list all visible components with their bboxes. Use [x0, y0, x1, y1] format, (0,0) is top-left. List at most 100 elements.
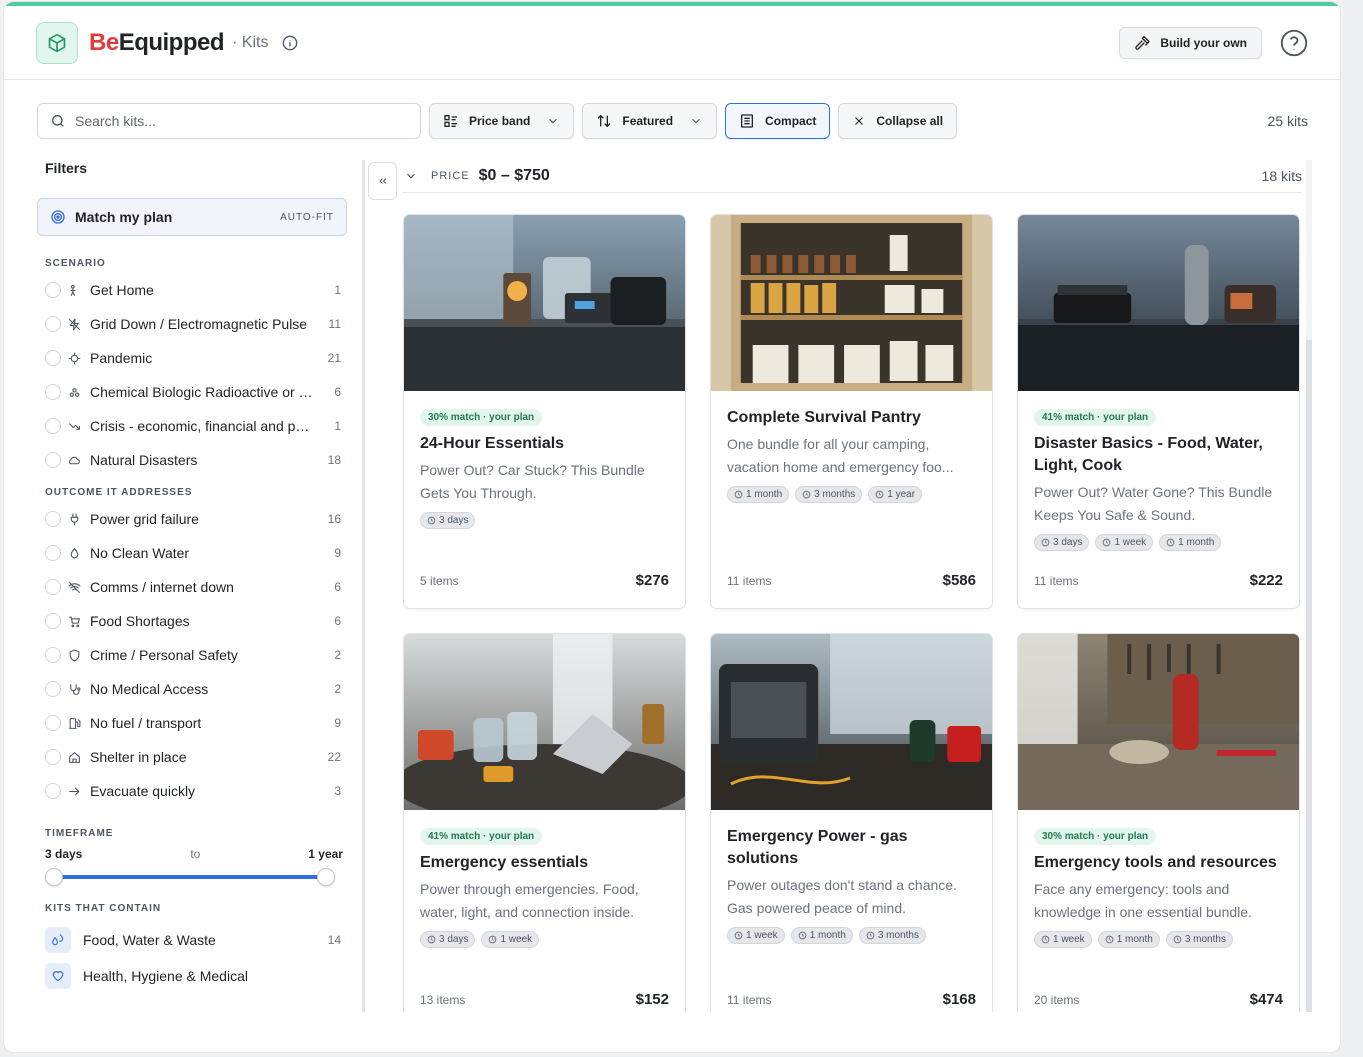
outcome-option[interactable]: Evacuate quickly 3	[37, 774, 347, 808]
search-box[interactable]	[37, 103, 421, 139]
outcome-option[interactable]: Food Shortages 6	[37, 604, 347, 638]
outcome-option[interactable]: Comms / internet down 6	[37, 570, 347, 604]
option-label: Grid Down / Electromagnetic Pulse	[90, 316, 308, 332]
duration-chips: 1 week 1 month 3 months	[1034, 931, 1283, 948]
radio-button[interactable]	[45, 681, 61, 697]
sidebar-divider[interactable]	[362, 160, 365, 1012]
radio-button[interactable]	[45, 452, 61, 468]
kit-title[interactable]: Emergency Power - gas solutions	[727, 826, 976, 870]
kit-card[interactable]: 41% match · your plan Emergency essential…	[403, 633, 686, 1012]
kit-item-count: 5 items	[420, 573, 459, 588]
scenario-option[interactable]: Get Home 1	[37, 273, 347, 307]
kit-price: $276	[635, 572, 669, 589]
kit-title[interactable]: 24-Hour Essentials	[420, 433, 669, 455]
radio-button[interactable]	[45, 647, 61, 663]
compact-toggle[interactable]: Compact	[725, 103, 831, 139]
timeframe-slider-max-handle[interactable]	[317, 868, 335, 886]
outcome-option[interactable]: Crime / Personal Safety 2	[37, 638, 347, 672]
scenario-option[interactable]: Crisis - economic, financial and politic…	[37, 409, 347, 443]
option-count: 2	[334, 682, 341, 696]
kit-card[interactable]: Complete Survival Pantry One bundle for a…	[710, 214, 993, 609]
kit-card[interactable]: 30% match · your plan Emergency tools and…	[1017, 633, 1300, 1012]
main-scrollbar[interactable]	[1306, 160, 1312, 1012]
collapse-sidebar-button[interactable]	[368, 162, 397, 200]
radio-button[interactable]	[45, 783, 61, 799]
radio-button[interactable]	[45, 579, 61, 595]
price-band-dropdown[interactable]: Price band	[429, 103, 575, 139]
timeframe-slider[interactable]	[45, 867, 343, 887]
collapse-all-button[interactable]: Collapse all	[838, 103, 958, 139]
kit-card-footer: 20 items $474	[1034, 991, 1283, 1008]
scenario-option[interactable]: Chemical Biologic Radioactive or Nuclear…	[37, 375, 347, 409]
radio-button[interactable]	[45, 350, 61, 366]
radio-button[interactable]	[45, 545, 61, 561]
cube-logo-icon[interactable]	[36, 21, 78, 64]
clock-icon	[734, 490, 743, 499]
kit-card[interactable]: Emergency Power - gas solutions Power out…	[710, 633, 993, 1012]
plug-icon	[68, 513, 81, 526]
help-circle-icon[interactable]	[1280, 29, 1308, 57]
outcome-option[interactable]: Shelter in place 22	[37, 740, 347, 774]
timeframe-slider-min-handle[interactable]	[45, 868, 63, 886]
search-input[interactable]	[75, 113, 395, 129]
chevron-down-icon[interactable]	[404, 169, 422, 183]
kit-card-body: Complete Survival Pantry One bundle for a…	[711, 391, 992, 503]
contain-option[interactable]: Food, Water & Waste 14	[37, 922, 347, 958]
kit-description: Power Out? Car Stuck? This Bundle Gets Y…	[420, 462, 645, 501]
kit-item-count: 13 items	[420, 992, 466, 1007]
outcome-option[interactable]: No fuel / transport 9	[37, 706, 347, 740]
radio-button[interactable]	[45, 613, 61, 629]
radio-button[interactable]	[45, 384, 61, 400]
clock-icon	[798, 931, 807, 940]
price-group-header[interactable]: PRICE $0 – $750 18 kits	[402, 160, 1302, 193]
option-count: 1	[334, 283, 341, 297]
radio-button[interactable]	[45, 316, 61, 332]
kit-card[interactable]: 41% match · your plan Disaster Basics - F…	[1017, 214, 1300, 609]
radio-button[interactable]	[45, 715, 61, 731]
scenario-option[interactable]: Pandemic 21	[37, 341, 347, 375]
radio-button[interactable]	[45, 511, 61, 527]
match-my-plan-toggle[interactable]: Match my plan AUTO-FIT	[37, 198, 347, 236]
kit-title[interactable]: Emergency tools and resources	[1034, 852, 1283, 874]
radio-button[interactable]	[45, 749, 61, 765]
brand-be: Be	[89, 28, 119, 56]
build-your-own-button[interactable]: Build your own	[1119, 26, 1262, 59]
scrollbar-thumb[interactable]	[1306, 160, 1312, 340]
sort-dropdown[interactable]: Featured	[582, 103, 718, 139]
kit-title[interactable]: Emergency essentials	[420, 852, 669, 874]
auto-fit-tag: AUTO-FIT	[280, 211, 334, 223]
person-walk-icon	[68, 284, 81, 297]
timeframe-section-title: TIMEFRAME	[45, 828, 114, 839]
duration-chip: 3 days	[420, 931, 476, 948]
kit-title[interactable]: Disaster Basics - Food, Water, Light, Co…	[1034, 433, 1283, 477]
option-count: 1	[334, 419, 341, 433]
kit-card[interactable]: 30% match · your plan 24-Hour Essentials P…	[403, 214, 686, 609]
stethoscope-icon	[68, 683, 81, 696]
collapse-all-label: Collapse all	[876, 114, 944, 128]
outcome-option[interactable]: Power grid failure 16	[37, 502, 347, 536]
clock-icon	[802, 490, 811, 499]
contain-option[interactable]: Health, Hygiene & Medical	[37, 958, 347, 994]
radio-button[interactable]	[45, 282, 61, 298]
duration-chip-label: 1 month	[746, 489, 783, 500]
wifi-off-icon	[68, 581, 81, 594]
radio-button[interactable]	[45, 418, 61, 434]
kits-main: PRICE $0 – $750 18 kits 30% match · your…	[402, 160, 1302, 1012]
kit-card-footer: 11 items $586	[727, 572, 976, 589]
outcome-option[interactable]: No Clean Water 9	[37, 536, 347, 570]
fuel-icon	[68, 717, 81, 730]
timeframe-to-word: to	[190, 847, 201, 861]
kit-card-body: 30% match · your plan Emergency tools and…	[1018, 810, 1299, 948]
option-count: 9	[334, 716, 341, 730]
outcome-option[interactable]: No Medical Access 2	[37, 672, 347, 706]
info-icon[interactable]	[282, 35, 298, 51]
close-icon	[852, 114, 866, 128]
scenario-option[interactable]: Natural Disasters 18	[37, 443, 347, 477]
option-label: Food, Water & Waste	[83, 932, 216, 948]
duration-chip-label: 1 week	[746, 930, 778, 941]
brand-name: BeEquipped	[89, 28, 225, 57]
kit-price: $152	[635, 991, 669, 1008]
total-kit-count: 25 kits	[1267, 113, 1308, 129]
scenario-option[interactable]: Grid Down / Electromagnetic Pulse 11	[37, 307, 347, 341]
kit-title[interactable]: Complete Survival Pantry	[727, 407, 976, 429]
